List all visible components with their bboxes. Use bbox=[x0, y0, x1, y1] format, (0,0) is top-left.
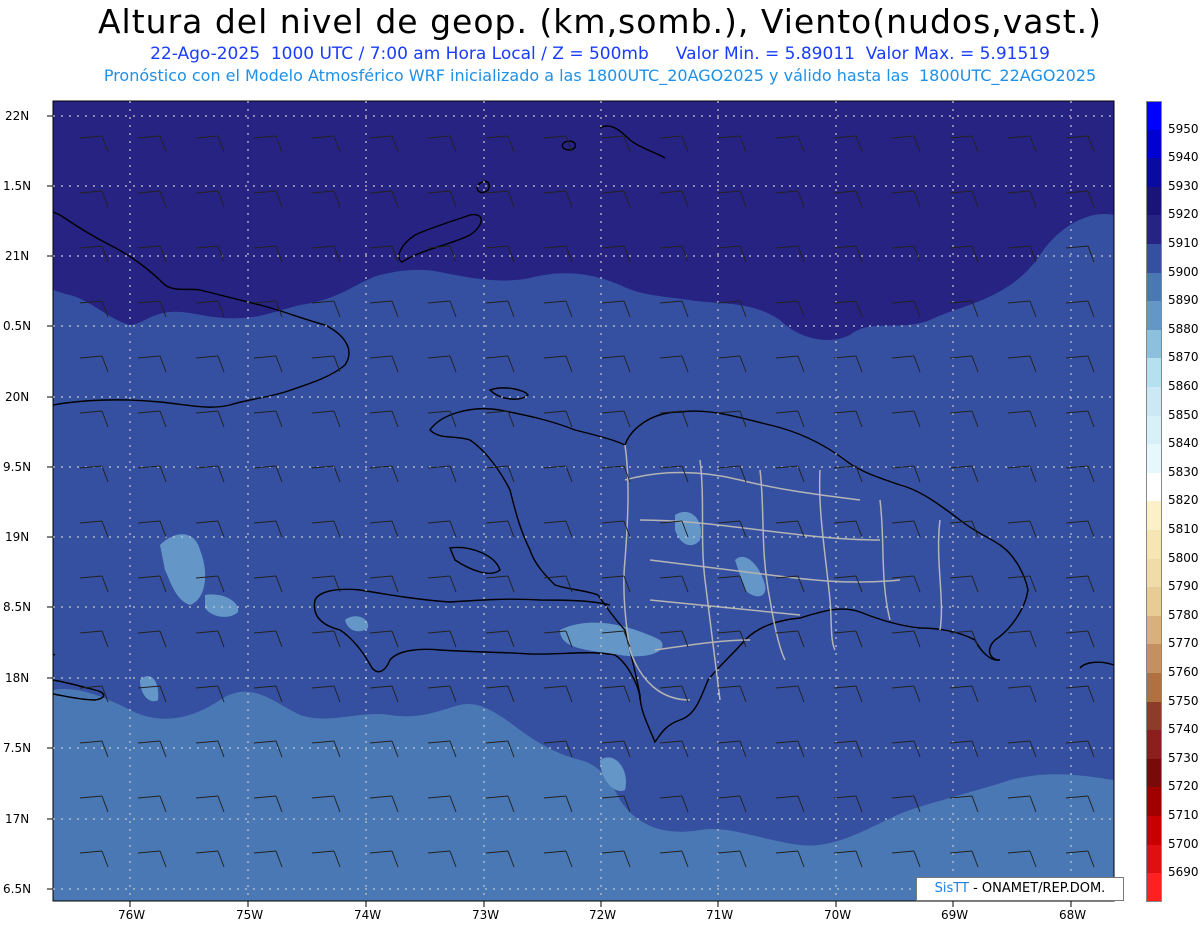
colorbar-label: 5720 bbox=[1168, 779, 1199, 794]
geopotential-map bbox=[47, 100, 1115, 907]
colorbar-label: 5900 bbox=[1168, 264, 1199, 279]
lat-label: 20N bbox=[5, 390, 30, 404]
lat-label: 17N bbox=[5, 812, 30, 826]
lat-label: 19N bbox=[5, 530, 30, 544]
colorbar-label: 5840 bbox=[1168, 436, 1199, 451]
colorbar-label: 5800 bbox=[1168, 550, 1199, 565]
colorbar-label: 5750 bbox=[1168, 693, 1199, 708]
colorbar-label: 5690 bbox=[1168, 865, 1199, 880]
colorbar-label: 5790 bbox=[1168, 579, 1199, 594]
sispi-logo: SisTT bbox=[934, 881, 969, 896]
lat-label: 21N bbox=[5, 249, 30, 263]
lat-label: 18N bbox=[5, 671, 30, 685]
lon-label: 74W bbox=[354, 908, 382, 922]
lat-label: 0.5N bbox=[3, 319, 32, 333]
lon-label: 68W bbox=[1059, 908, 1087, 922]
colorbar-label: 5710 bbox=[1168, 808, 1199, 822]
colorbar-label: 5890 bbox=[1168, 293, 1199, 308]
lon-label: 73W bbox=[472, 908, 500, 922]
colorbar-label: 5910 bbox=[1168, 236, 1199, 250]
colorbar-label: 5830 bbox=[1168, 464, 1199, 479]
colorbar-label: 5810 bbox=[1168, 522, 1199, 536]
colorbar-label: 5780 bbox=[1168, 607, 1199, 622]
lat-label: 9.5N bbox=[3, 460, 32, 474]
lon-label: 71W bbox=[706, 908, 734, 922]
colorbar-label: 5930 bbox=[1168, 178, 1199, 193]
lon-label: 76W bbox=[118, 908, 146, 922]
colorbar-label: 5740 bbox=[1168, 722, 1199, 737]
colorbar-label: 5760 bbox=[1168, 665, 1199, 679]
lat-label: 1.5N bbox=[3, 179, 32, 193]
credit-text: - ONAMET/REP.DOM. bbox=[968, 881, 1106, 896]
colorbar-label: 5860 bbox=[1168, 379, 1199, 393]
colorbar-label: 5920 bbox=[1168, 207, 1199, 222]
colorbar-label: 5770 bbox=[1168, 636, 1199, 651]
lat-label: 8.5N bbox=[3, 600, 32, 614]
colorbar-border bbox=[1146, 101, 1162, 902]
colorbar-label: 5940 bbox=[1168, 150, 1199, 165]
colorbar-label: 5730 bbox=[1168, 750, 1199, 765]
colorbar-label: 5850 bbox=[1168, 407, 1199, 422]
lat-label: 22N bbox=[5, 109, 30, 123]
lon-label: 72W bbox=[589, 908, 617, 922]
colorbar-label: 5950 bbox=[1168, 121, 1199, 136]
lon-label: 69W bbox=[941, 908, 969, 922]
colorbar-label: 5700 bbox=[1168, 836, 1199, 851]
lon-label: 70W bbox=[824, 908, 852, 922]
lon-label: 75W bbox=[236, 908, 264, 922]
colorbar-label: 5820 bbox=[1168, 493, 1199, 508]
credit-box: SisTT - ONAMET/REP.DOM. bbox=[916, 877, 1124, 901]
colorbar-label: 5870 bbox=[1168, 350, 1199, 365]
lat-label: 6.5N bbox=[3, 882, 32, 896]
colorbar-label: 5880 bbox=[1168, 321, 1199, 336]
lat-label: 7.5N bbox=[3, 741, 32, 755]
